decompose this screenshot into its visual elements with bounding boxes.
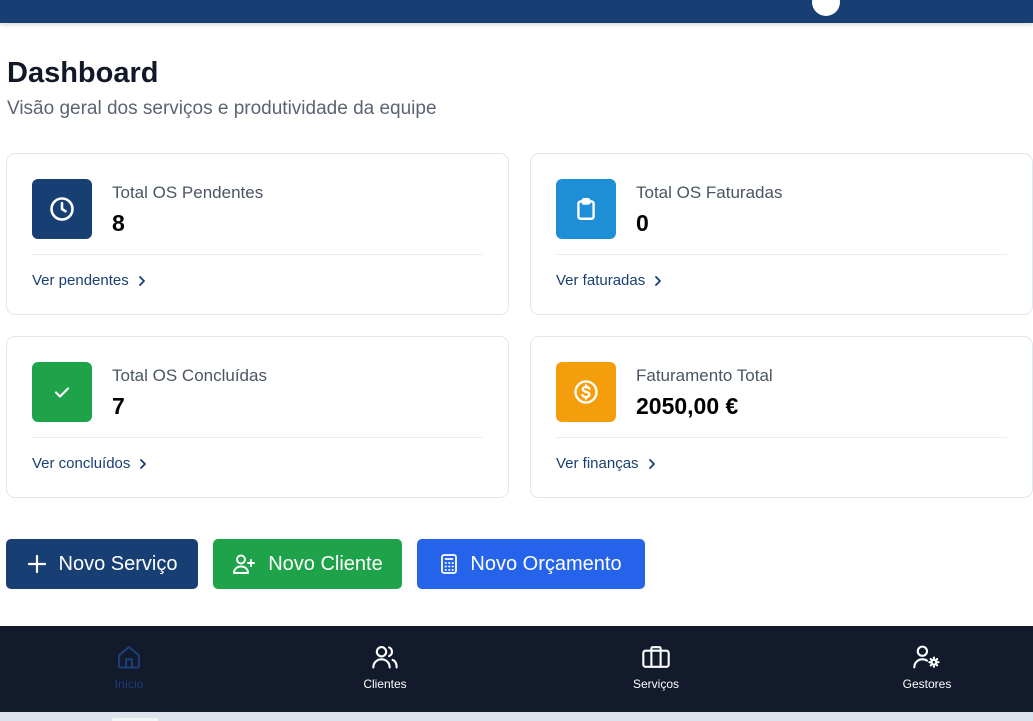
nav-label: Serviços (632, 677, 679, 691)
link-ver-financas[interactable]: Ver finanças (556, 455, 657, 472)
check-icon (32, 362, 92, 422)
avatar[interactable] (812, 0, 840, 16)
card-divider (32, 437, 483, 438)
clock-icon (32, 179, 92, 239)
link-ver-concluidos[interactable]: Ver concluídos (32, 455, 148, 472)
nav-item-gestores[interactable]: Gestores (798, 626, 1033, 712)
link-ver-pendentes[interactable]: Ver pendentes (32, 272, 147, 289)
card-pending: Total OS Pendentes 8 Ver pendentes (6, 153, 509, 315)
clipboard-icon (556, 179, 616, 239)
chevron-right-icon (138, 275, 145, 286)
link-label: Ver pendentes (32, 272, 129, 289)
new-service-label: Novo Serviço (58, 552, 178, 575)
page-subtitle: Visão geral dos serviços e produtividade… (7, 98, 437, 119)
nav-item-inicio[interactable]: Início (0, 626, 258, 712)
card-label: Total OS Faturadas (636, 183, 783, 202)
browser-strip (0, 712, 1033, 721)
new-client-label: Novo Cliente (268, 552, 383, 575)
nav-item-servicos[interactable]: Serviços (527, 626, 785, 712)
page-title: Dashboard (7, 57, 159, 89)
chevron-right-icon (655, 275, 662, 286)
card-label: Total OS Pendentes (112, 183, 264, 202)
briefcase-icon (642, 646, 670, 668)
new-quote-button[interactable]: Novo Orçamento (417, 539, 645, 589)
new-quote-label: Novo Orçamento (470, 552, 622, 575)
nav-item-clientes[interactable]: Clientes (256, 626, 514, 712)
nav-label: Clientes (363, 677, 407, 691)
card-label: Total OS Concluídas (112, 366, 267, 385)
link-label: Ver concluídos (32, 455, 131, 472)
card-value: 2050,00 € (636, 393, 739, 419)
users-icon (372, 646, 398, 669)
card-label: Faturamento Total (636, 366, 773, 385)
card-revenue: Faturamento Total 2050,00 € Ver finanças (530, 336, 1033, 498)
nav-label: Gestores (902, 677, 952, 691)
user-plus-icon (233, 554, 256, 574)
card-divider (32, 254, 483, 255)
chevron-right-icon (648, 458, 655, 469)
home-icon (118, 646, 140, 669)
nav-label: Início (114, 677, 144, 691)
link-ver-faturadas[interactable]: Ver faturadas (556, 272, 663, 289)
card-divider (556, 437, 1007, 438)
bottom-nav: Início Clientes Serviços Gestores (0, 626, 1033, 712)
top-bar (0, 0, 1033, 23)
plus-icon (27, 554, 46, 574)
card-divider (556, 254, 1007, 255)
card-completed: Total OS Concluídas 7 Ver concluídos (6, 336, 509, 498)
new-service-button[interactable]: Novo Serviço (6, 539, 198, 589)
user-gear-icon (913, 645, 940, 669)
dollar-circle-icon (556, 362, 616, 422)
card-value: 7 (112, 393, 125, 419)
card-invoiced: Total OS Faturadas 0 Ver faturadas (530, 153, 1033, 315)
link-label: Ver faturadas (556, 272, 646, 289)
calculator-icon (441, 554, 458, 574)
new-client-button[interactable]: Novo Cliente (213, 539, 402, 589)
card-value: 8 (112, 210, 125, 236)
chevron-right-icon (140, 458, 147, 469)
link-label: Ver finanças (556, 455, 639, 472)
card-value: 0 (636, 210, 649, 236)
